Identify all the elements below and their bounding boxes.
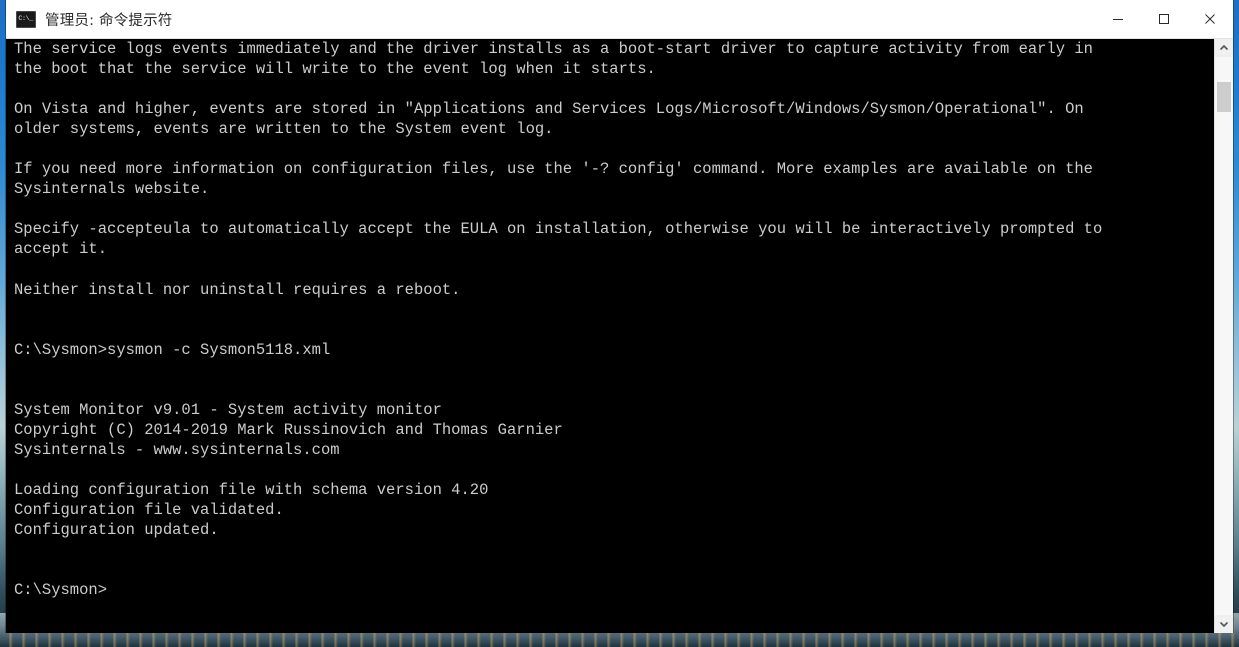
console-line: accept it. [14, 240, 108, 259]
command-prompt-window: C:\_ 管理员: 命令提示符 The service logs events … [6, 0, 1233, 633]
window-title: 管理员: 命令提示符 [45, 12, 173, 29]
console-line: If you need more information on configur… [14, 160, 1093, 179]
console-scrollbar[interactable] [1214, 39, 1233, 633]
console-line: the boot that the service will write to … [14, 60, 656, 79]
command-prompt-icon-glyph: C:\_ [18, 14, 34, 23]
console-line: C:\Sysmon>sysmon -c Sysmon5118.xml [14, 340, 331, 359]
console-body[interactable]: The service logs events immediately and … [6, 39, 1233, 633]
scrollbar-track[interactable] [1215, 57, 1233, 615]
close-button[interactable] [1187, 0, 1233, 38]
console-line: Copyright (C) 2014-2019 Mark Russinovich… [14, 420, 563, 439]
console-line: Configuration updated. [14, 521, 219, 540]
console-line: older systems, events are written to the… [14, 120, 554, 139]
maximize-button[interactable] [1141, 0, 1187, 38]
scrollbar-thumb[interactable] [1217, 82, 1231, 112]
minimize-button[interactable] [1095, 0, 1141, 38]
title-bar[interactable]: C:\_ 管理员: 命令提示符 [6, 0, 1233, 39]
command-prompt-icon: C:\_ [16, 10, 36, 28]
scroll-up-arrow-icon[interactable] [1215, 39, 1233, 57]
console-line: Loading configuration file with schema v… [14, 481, 489, 500]
console-line: The service logs events immediately and … [14, 40, 1093, 58]
scroll-down-arrow-icon[interactable] [1215, 615, 1233, 633]
console-line: Sysinternals - www.sysinternals.com [14, 440, 340, 459]
window-controls [1095, 0, 1233, 38]
console-line: On Vista and higher, events are stored i… [14, 100, 1084, 119]
console-output: The service logs events immediately and … [14, 39, 1203, 600]
console-line: Configuration file validated. [14, 501, 284, 520]
console-line: C:\Sysmon> [14, 581, 108, 600]
console-line: Specify -accepteula to automatically acc… [14, 220, 1103, 239]
console-line: Sysinternals website. [14, 180, 210, 199]
console-line: System Monitor v9.01 - System activity m… [14, 400, 442, 419]
console-line: Neither install nor uninstall requires a… [14, 280, 461, 299]
